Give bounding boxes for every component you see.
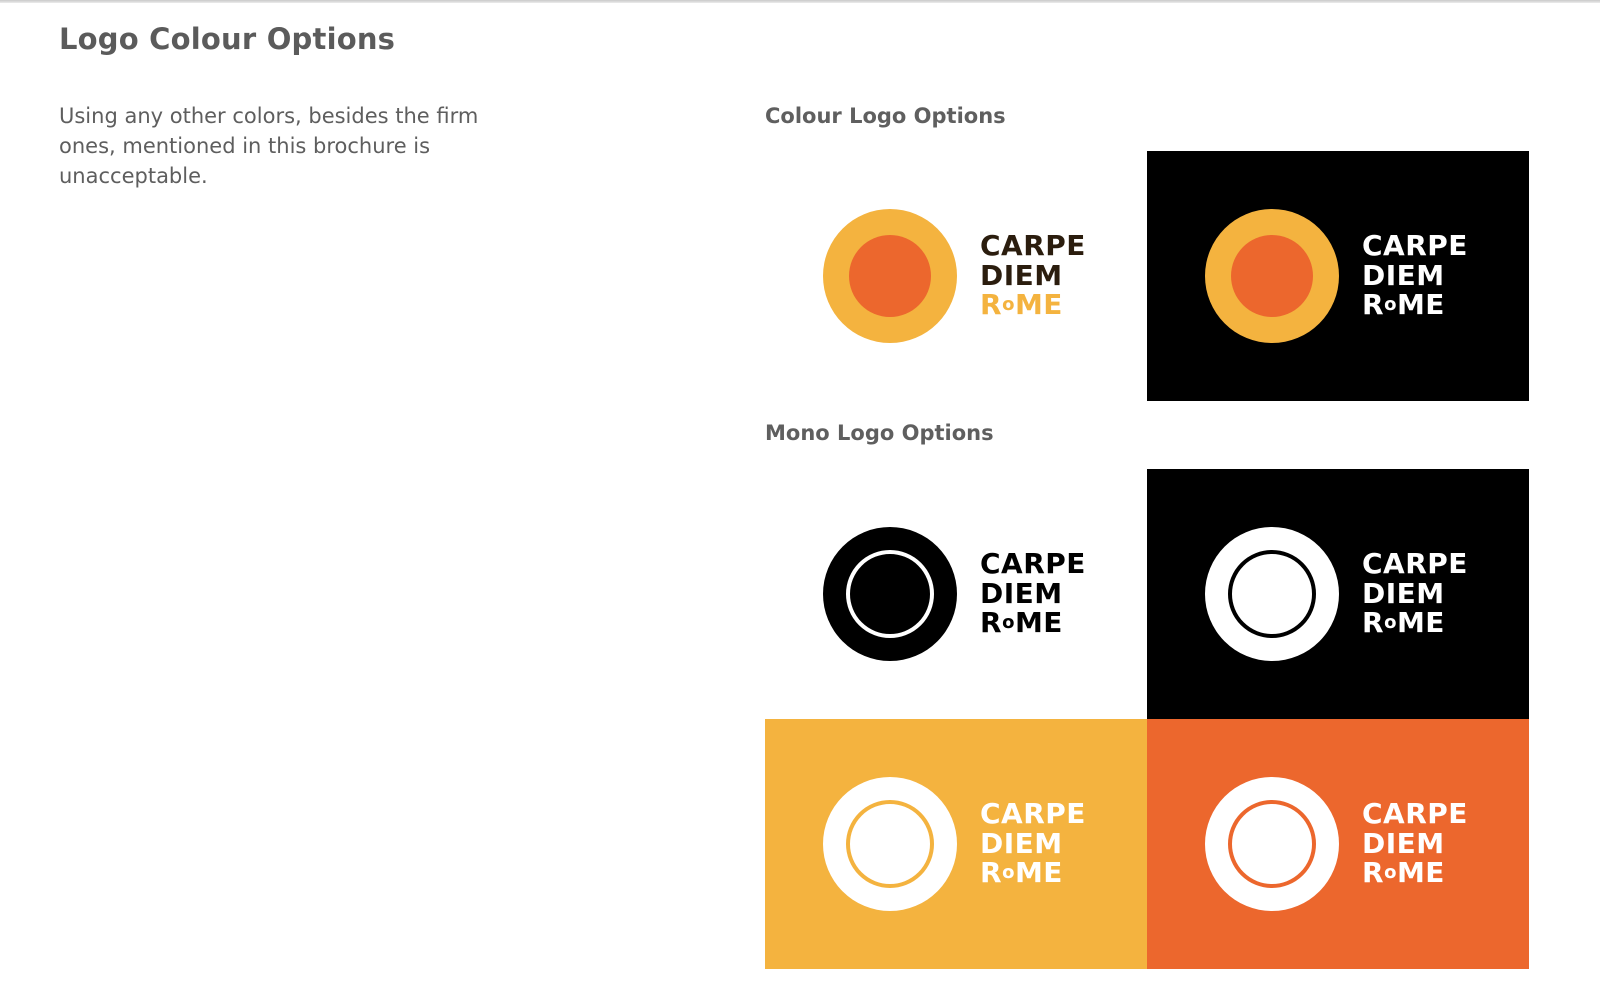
wordmark-o: o bbox=[1002, 612, 1015, 633]
wordmark-line-rome: RoME bbox=[1362, 290, 1468, 320]
wordmark-line-diem: DIEM bbox=[1362, 576, 1445, 610]
logo-wordmark: CARPE DIEM RoME bbox=[980, 799, 1086, 888]
intro-paragraph: Using any other colors, besides the firm… bbox=[59, 104, 479, 188]
wordmark-line-carpe: CARPE bbox=[1362, 547, 1468, 580]
page-title: Logo Colour Options bbox=[59, 22, 396, 56]
logo-tile-colour-on-white: CARPE DIEM RoME bbox=[765, 151, 1147, 401]
wordmark-me: ME bbox=[1396, 856, 1445, 889]
wordmark-r: R bbox=[1362, 856, 1385, 889]
sun-mark-icon bbox=[823, 209, 957, 343]
logo-tile-mono-white-on-black: CARPE DIEM RoME bbox=[1147, 469, 1529, 719]
mono-logo-options-label: Mono Logo Options bbox=[765, 421, 994, 445]
logo-lockup: CARPE DIEM RoME bbox=[1205, 527, 1485, 661]
logo-wordmark: CARPE DIEM RoME bbox=[1362, 549, 1468, 638]
wordmark-r: R bbox=[980, 288, 1003, 321]
logo-lockup: CARPE DIEM RoME bbox=[1205, 777, 1485, 911]
wordmark-line-diem: DIEM bbox=[980, 258, 1063, 292]
wordmark-line-carpe: CARPE bbox=[1362, 229, 1468, 262]
wordmark-line-diem: DIEM bbox=[980, 826, 1063, 860]
wordmark-r: R bbox=[980, 856, 1003, 889]
logo-wordmark: CARPE DIEM RoME bbox=[1362, 231, 1468, 320]
wordmark-line-carpe: CARPE bbox=[980, 797, 1086, 830]
wordmark-line-diem: DIEM bbox=[1362, 826, 1445, 860]
wordmark-o: o bbox=[1002, 862, 1015, 883]
wordmark-o: o bbox=[1384, 862, 1397, 883]
logo-lockup: CARPE DIEM RoME bbox=[1205, 209, 1485, 343]
colour-logo-options-label: Colour Logo Options bbox=[765, 104, 1006, 128]
wordmark-line-rome: RoME bbox=[1362, 608, 1468, 638]
logo-wordmark: CARPE DIEM RoME bbox=[1362, 799, 1468, 888]
logo-wordmark: CARPE DIEM RoME bbox=[980, 231, 1086, 320]
ring-mark-icon bbox=[1205, 777, 1339, 911]
wordmark-line-rome: RoME bbox=[1362, 858, 1468, 888]
logo-tile-mono-white-on-yellow: CARPE DIEM RoME bbox=[765, 719, 1147, 969]
wordmark-me: ME bbox=[1014, 606, 1063, 639]
wordmark-line-diem: DIEM bbox=[1362, 258, 1445, 292]
wordmark-o: o bbox=[1384, 294, 1397, 315]
wordmark-line-carpe: CARPE bbox=[1362, 797, 1468, 830]
logo-lockup: CARPE DIEM RoME bbox=[823, 777, 1103, 911]
wordmark-line-rome: RoME bbox=[980, 290, 1086, 320]
ring-mark-icon bbox=[1205, 527, 1339, 661]
top-rule bbox=[0, 0, 1600, 3]
logo-lockup: CARPE DIEM RoME bbox=[823, 527, 1103, 661]
wordmark-o: o bbox=[1384, 612, 1397, 633]
wordmark-line-carpe: CARPE bbox=[980, 547, 1086, 580]
wordmark-line-rome: RoME bbox=[980, 608, 1086, 638]
logo-tile-colour-on-black: CARPE DIEM RoME bbox=[1147, 151, 1529, 401]
wordmark-me: ME bbox=[1396, 288, 1445, 321]
wordmark-me: ME bbox=[1014, 856, 1063, 889]
wordmark-line-rome: RoME bbox=[980, 858, 1086, 888]
wordmark-o: o bbox=[1002, 294, 1015, 315]
ring-mark-icon bbox=[823, 527, 957, 661]
wordmark-r: R bbox=[1362, 606, 1385, 639]
sun-mark-icon bbox=[1205, 209, 1339, 343]
wordmark-line-diem: DIEM bbox=[980, 576, 1063, 610]
wordmark-me: ME bbox=[1396, 606, 1445, 639]
wordmark-line-carpe: CARPE bbox=[980, 229, 1086, 262]
logo-tile-mono-black-on-white: CARPE DIEM RoME bbox=[765, 469, 1147, 719]
wordmark-me: ME bbox=[1014, 288, 1063, 321]
logo-wordmark: CARPE DIEM RoME bbox=[980, 549, 1086, 638]
logo-lockup: CARPE DIEM RoME bbox=[823, 209, 1103, 343]
ring-mark-icon bbox=[823, 777, 957, 911]
logo-tile-mono-white-on-orange: CARPE DIEM RoME bbox=[1147, 719, 1529, 969]
wordmark-r: R bbox=[980, 606, 1003, 639]
wordmark-r: R bbox=[1362, 288, 1385, 321]
